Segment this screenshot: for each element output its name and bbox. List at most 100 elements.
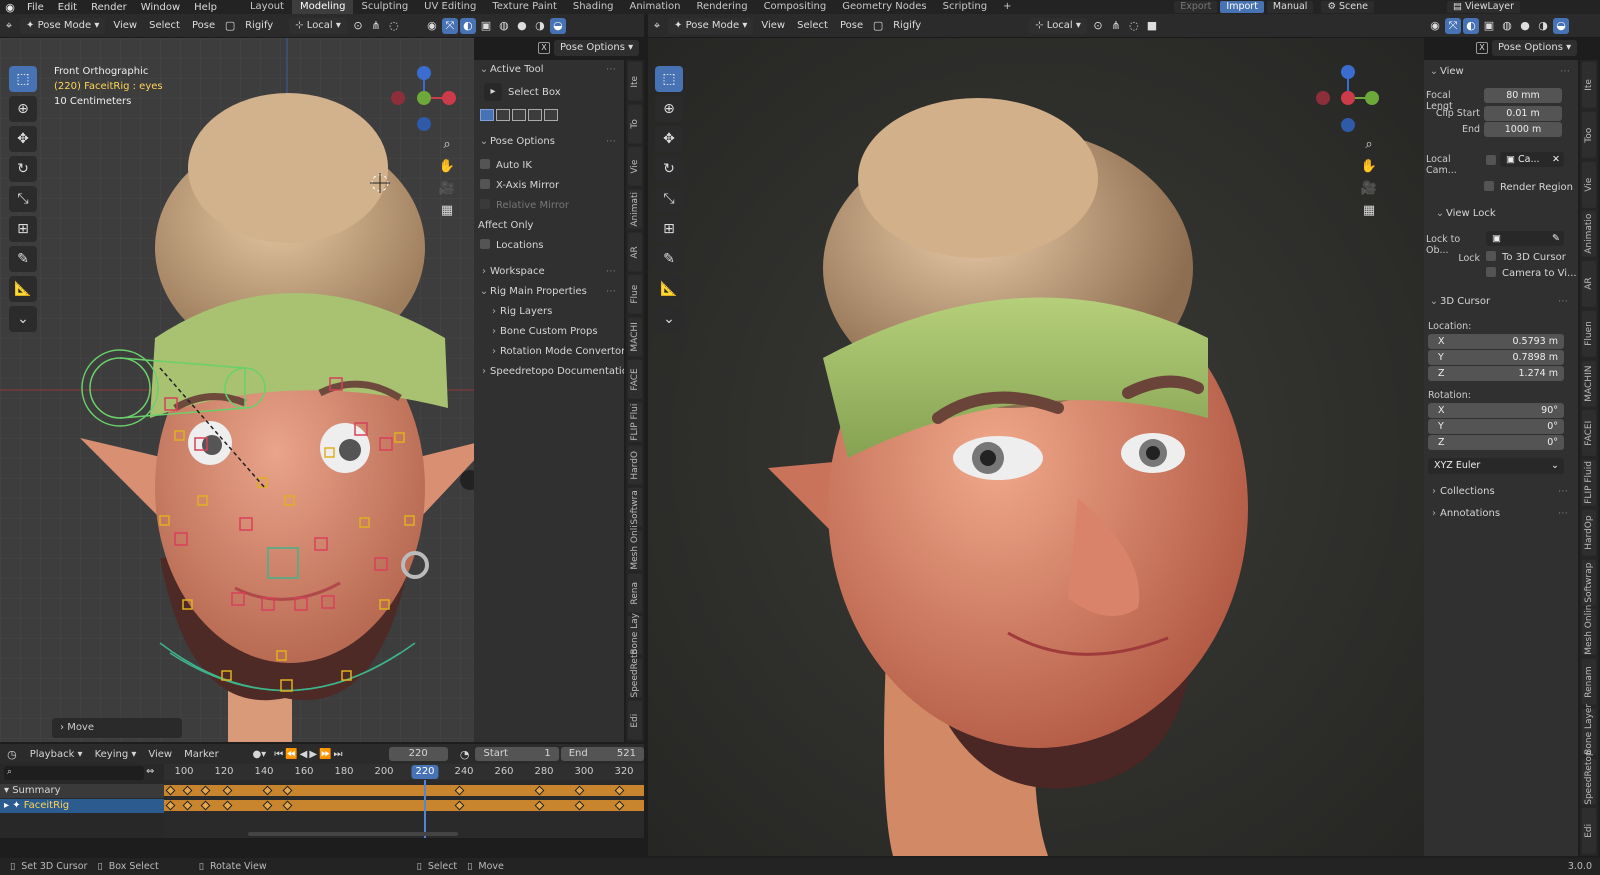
menu-help[interactable]: Help	[187, 2, 224, 13]
panel-annotations[interactable]: › Annotations ⋯	[1428, 504, 1576, 524]
select-box-tool-icon[interactable]: ⬚	[655, 66, 683, 92]
pivot-icon[interactable]: ⊙	[350, 18, 366, 34]
cursor-tool-icon[interactable]: ⊕	[655, 96, 683, 122]
cursor-rotation-z-field[interactable]: Z 0°	[1428, 435, 1564, 450]
local-camera-field[interactable]: ▣ Ca... ✕	[1500, 152, 1564, 167]
gizmo-icon[interactable]: ⤧	[441, 17, 458, 34]
right-sidebar-tab-0[interactable]: Ite	[1582, 62, 1596, 108]
rotation-mode-dropdown[interactable]: XYZ Euler ⌄	[1428, 458, 1564, 474]
gizmo-icon[interactable]: ⤧	[1445, 17, 1461, 34]
pan-hand-icon[interactable]: ✋	[436, 156, 458, 178]
lock-to-object-field[interactable]: ▣ ✎	[1486, 231, 1564, 246]
right-sidebar-tab-10[interactable]: Softwrap	[1582, 559, 1596, 606]
mode-dropdown[interactable]: ✦ Pose Mode ▾	[668, 17, 754, 34]
menu-select[interactable]: Select	[143, 20, 186, 31]
cursor-rotation-x-field[interactable]: X 90°	[1428, 403, 1564, 418]
right-sidebar-tab-14[interactable]: SpeedRetop	[1582, 750, 1596, 805]
right-sidebar-tab-9[interactable]: HardOp	[1582, 509, 1596, 556]
panel-bone-custom-props[interactable]: › Bone Custom Props	[474, 322, 624, 342]
orientation-dropdown[interactable]: ⊹ Local ▾	[289, 17, 347, 34]
timeline-scrollbar[interactable]	[248, 832, 458, 836]
tab-animation[interactable]: Animation	[622, 0, 689, 14]
track-faceitrig[interactable]: ▸ ✦ FaceitRig	[0, 799, 164, 813]
right-sidebar-tab-5[interactable]: Fluen	[1582, 310, 1596, 357]
tab-texture-paint[interactable]: Texture Paint	[484, 0, 565, 14]
menu-view[interactable]: View	[755, 20, 791, 31]
orientation-dropdown[interactable]: ⊹ Local ▾	[1029, 17, 1087, 34]
eyedropper-icon[interactable]: ✎	[1552, 231, 1560, 246]
snap-icon[interactable]: ⋔	[1108, 18, 1124, 34]
panel-rig-layers[interactable]: › Rig Layers	[474, 302, 624, 322]
clear-x-icon[interactable]: ✕	[1552, 152, 1560, 167]
render-region-checkbox[interactable]: Render Region	[1484, 178, 1573, 198]
mode-invert-icon[interactable]	[528, 109, 542, 121]
shading-render-icon[interactable]: ◒	[549, 17, 566, 34]
locations-checkbox[interactable]: Locations	[474, 236, 624, 256]
channel-search-input[interactable]: ⌕	[4, 766, 144, 780]
transform-tool-icon[interactable]: ⊞	[9, 216, 37, 242]
shading-wire-icon[interactable]: ◍	[496, 18, 512, 34]
jump-end-icon[interactable]: ⏭	[334, 749, 345, 760]
rotate-tool-icon[interactable]: ↻	[9, 156, 37, 182]
current-frame-field[interactable]: 220	[388, 747, 448, 761]
right-sidebar-tab-2[interactable]: Vie	[1582, 161, 1596, 208]
x-axis-mirror-checkbox[interactable]: X-Axis Mirror	[474, 176, 624, 196]
panel-active-tool[interactable]: ⌄ Active Tool ⋯	[474, 60, 624, 80]
view-menu[interactable]: View	[142, 749, 178, 760]
shading-wire-icon[interactable]: ◍	[1499, 18, 1515, 34]
tab-scripting[interactable]: Scripting	[935, 0, 995, 14]
left-sidebar-tab-1[interactable]: To	[628, 104, 642, 144]
overlay-icon[interactable]: ◐	[1463, 17, 1479, 34]
right-sidebar-tab-6[interactable]: MACHIN	[1582, 360, 1596, 407]
timeline-editor-icon[interactable]: ◷	[0, 748, 24, 761]
panel-rig-main-properties[interactable]: ⌄ Rig Main Properties ⋯	[474, 282, 624, 302]
scene-selector[interactable]: ⚙ Scene	[1321, 1, 1374, 13]
shading-render-icon[interactable]: ◒	[1553, 17, 1569, 34]
drag-handle-icon[interactable]: ⋯	[606, 282, 616, 302]
menu-edit[interactable]: Edit	[51, 2, 84, 13]
visibility-icon[interactable]: ◉	[1427, 18, 1443, 34]
proportional-icon[interactable]: ◌	[1126, 18, 1142, 34]
manual-button[interactable]: Manual	[1266, 1, 1314, 13]
menu-pose[interactable]: Pose	[186, 20, 221, 31]
panel-workspace[interactable]: › Workspace ⋯	[474, 262, 624, 282]
record-icon[interactable]: ●▾	[248, 749, 270, 760]
tab-uv-editing[interactable]: UV Editing	[416, 0, 484, 14]
tab-shading[interactable]: Shading	[565, 0, 622, 14]
select-box-tool-icon[interactable]: ⬚	[9, 66, 37, 92]
track-summary[interactable]: ▾ Summary	[0, 784, 164, 798]
play-reverse-icon[interactable]: ◀	[300, 749, 310, 760]
left-sidebar-tab-5[interactable]: Flue	[628, 275, 642, 314]
annotate-tool-icon[interactable]: ✎	[655, 246, 683, 272]
shading-solid-icon[interactable]: ●	[514, 18, 530, 34]
playhead-line[interactable]	[424, 780, 426, 838]
editor-type-icon[interactable]: ⌖	[649, 18, 665, 34]
measure-tool-icon[interactable]: 📐	[655, 276, 683, 302]
jump-start-icon[interactable]: ⏮	[274, 749, 285, 760]
bone-tool-icon[interactable]: ⌄	[655, 306, 683, 332]
tab-compositing[interactable]: Compositing	[756, 0, 835, 14]
transform-tool-icon[interactable]: ⊞	[655, 216, 683, 242]
mode-dropdown[interactable]: ✦ Pose Mode ▾	[20, 17, 106, 34]
right-sidebar-tab-15[interactable]: Edi	[1582, 808, 1596, 854]
editor-type-icon[interactable]: ⌖	[1, 18, 17, 34]
tab-rendering[interactable]: Rendering	[688, 0, 755, 14]
cursor-rotation-y-field[interactable]: Y 0°	[1428, 419, 1564, 434]
play-icon[interactable]: ▶	[309, 749, 319, 760]
annotate-tool-icon[interactable]: ✎	[9, 246, 37, 272]
last-operator-panel[interactable]: › Move	[52, 718, 182, 738]
grid-view-icon[interactable]: ▦	[436, 200, 458, 222]
left-sidebar-tab-10[interactable]: Softwra	[628, 488, 642, 527]
left-sidebar-tab-15[interactable]: Edi	[628, 701, 642, 740]
overlay-icon[interactable]: ◐	[459, 17, 476, 34]
blender-logo-icon[interactable]: ◉	[0, 1, 20, 14]
rotate-tool-icon[interactable]: ↻	[655, 156, 683, 182]
visibility-icon[interactable]: ◉	[424, 18, 440, 34]
clip-start-field[interactable]: 0.01 m	[1484, 106, 1562, 121]
move-tool-icon[interactable]: ✥	[9, 126, 37, 152]
right-sidebar-tab-13[interactable]: Bone Layer	[1582, 704, 1596, 755]
end-frame-field[interactable]: End 521	[560, 747, 644, 761]
menu-rigify[interactable]: Rigify	[239, 20, 279, 31]
select-box-row[interactable]: ▸ Select Box	[474, 80, 624, 106]
playback-controls[interactable]: ⏮⏪◀▶⏩⏭	[270, 749, 348, 760]
